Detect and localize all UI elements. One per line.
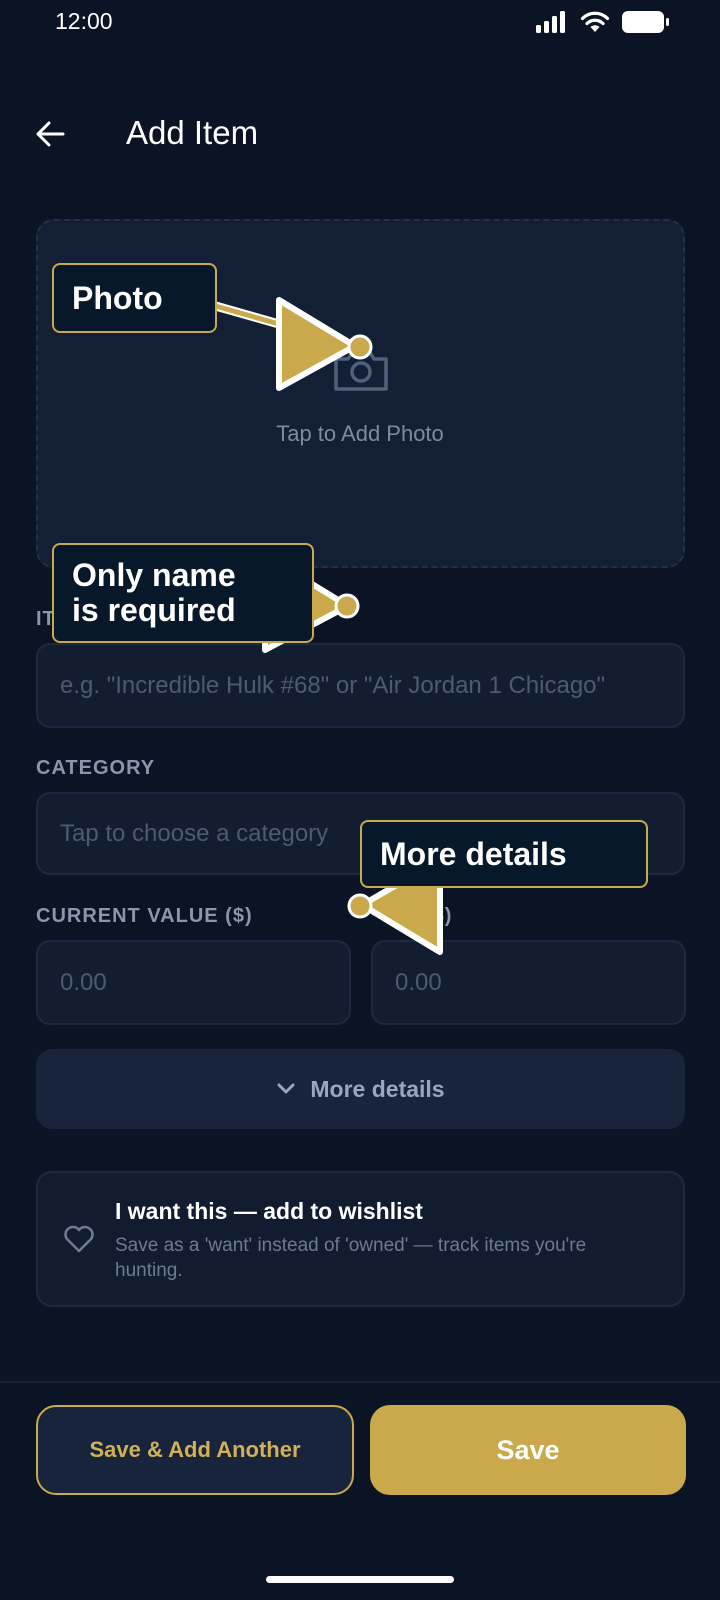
photo-pointer-arrow [276, 297, 358, 391]
chevron-down-icon [277, 1083, 295, 1094]
more-details-callout: More details [360, 820, 648, 888]
wishlist-description: Save as a 'want' instead of 'owned' — tr… [115, 1235, 587, 1281]
home-indicator [266, 1576, 454, 1583]
save-button[interactable]: Save [370, 1405, 686, 1495]
name-callout: Only name is required [52, 543, 314, 643]
divider [0, 1381, 720, 1383]
heart-icon [64, 1225, 94, 1253]
save-add-another-button[interactable]: Save & Add Another [36, 1405, 354, 1495]
photo-callout: Photo [52, 263, 217, 333]
more-details-button[interactable]: More details [36, 1049, 685, 1129]
name-callout-line2: is required [72, 592, 236, 628]
name-callout-line1: Only name [72, 557, 236, 593]
more-details-label: More details [310, 1075, 445, 1102]
wishlist-title: I want this — add to wishlist [115, 1198, 423, 1224]
